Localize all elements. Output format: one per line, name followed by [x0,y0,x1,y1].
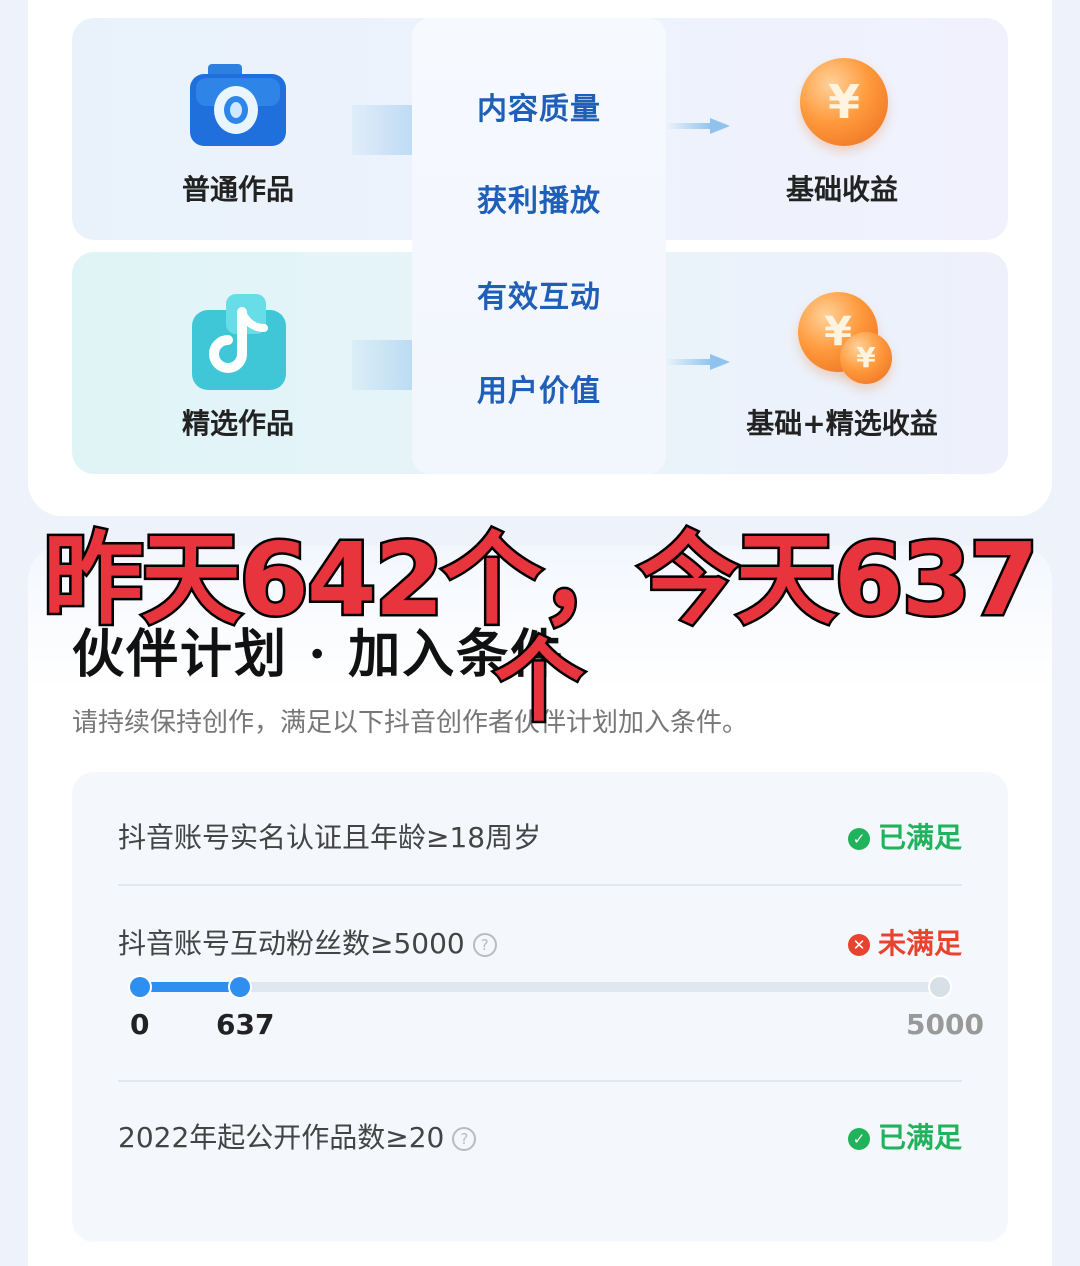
requirement-text: 抖音账号互动粉丝数≥5000? [118,922,497,962]
requirement-text: 2022年起公开作品数≥20? [118,1116,477,1156]
metric-label: 获利播放 [477,184,601,219]
requirement-text: 抖音账号实名认证且年龄≥18周岁 [118,821,542,854]
tier-income-label: 基础收益 [785,173,898,206]
progress-fill [138,982,241,992]
divider [118,1080,962,1082]
arrow-right-icon [666,118,730,134]
metric-label: 内容质量 [477,92,601,127]
tier-income-label: 基础+精选收益 [746,407,938,440]
status-badge: ✓ 已满足 [847,1116,962,1156]
progress-start-dot [130,977,150,997]
tier-work-label: 普通作品 [181,173,294,206]
progress-end-dot [930,977,950,997]
flow-band [352,105,412,155]
douyin-logo-icon [186,290,290,398]
coin-small-icon: ¥ [840,332,892,384]
tier-work-label: 精选作品 [181,407,294,440]
divider [118,884,962,886]
status-badge: ✓ 已满足 [847,816,962,856]
metric-label: 有效互动 [477,280,601,315]
overlay-caption-line2: 个 [492,627,587,737]
flow-band [352,340,412,390]
progress-max-label: 5000 [906,1008,984,1041]
cross-icon: ✕ [847,934,870,956]
followers-progress-bar [130,977,950,997]
help-icon[interactable]: ? [472,933,497,957]
camera-icon [188,64,288,152]
help-icon[interactable]: ? [452,1127,477,1151]
arrow-right-icon [666,354,730,370]
progress-current-label: 637 [216,1008,275,1041]
progress-min-label: 0 [130,1008,150,1041]
coin-icon: ¥ [800,58,888,146]
check-icon: ✓ [847,1128,870,1150]
check-icon: ✓ [847,828,870,850]
metric-label: 用户价值 [477,374,601,409]
status-badge: ✕ 未满足 [847,922,962,962]
